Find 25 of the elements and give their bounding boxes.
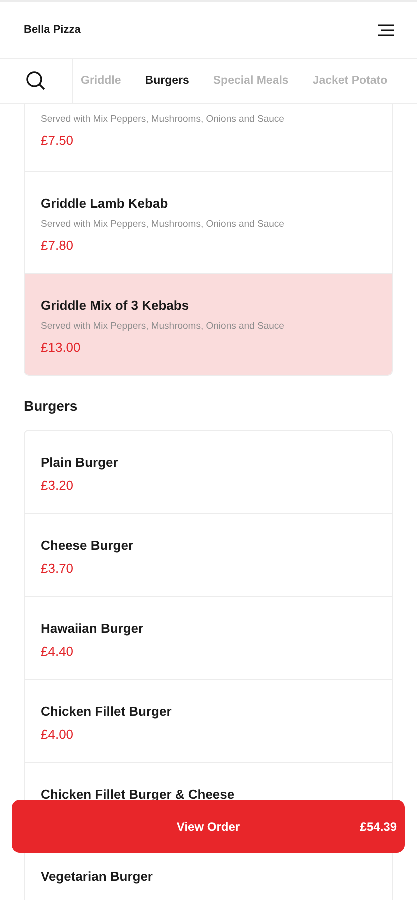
order-total: £54.39 bbox=[360, 820, 397, 834]
search-icon[interactable] bbox=[26, 71, 46, 91]
item-name: Griddle Mix of 3 Kebabs bbox=[41, 298, 190, 313]
item-name: Griddle Lamb Kebab bbox=[41, 196, 168, 211]
item-price: £13.00 bbox=[41, 340, 81, 355]
item-price: £4.40 bbox=[41, 644, 74, 659]
item-description: Served with Mix Peppers, Mushrooms, Onions and Sauce bbox=[41, 114, 284, 125]
item-name: Cheese Burger bbox=[41, 538, 134, 553]
item-name: Vegetarian Burger bbox=[41, 869, 153, 884]
item-price: £3.20 bbox=[41, 478, 74, 493]
item-name: Hawaiian Burger bbox=[41, 621, 144, 636]
item-price: £7.80 bbox=[41, 238, 74, 253]
item-name: Plain Burger bbox=[41, 455, 118, 470]
category-tab[interactable]: Burgers bbox=[145, 71, 190, 91]
item-price: £3.70 bbox=[41, 561, 74, 576]
section-heading: Burgers bbox=[24, 398, 79, 414]
item-name: Chicken Fillet Burger & Cheese bbox=[41, 787, 235, 802]
item-price: £7.50 bbox=[41, 133, 74, 148]
restaurant-name: Bella Pizza bbox=[24, 24, 81, 36]
item-description: Served with Mix Peppers, Mushrooms, Onions and Sauce bbox=[41, 321, 284, 332]
item-name: Chicken Fillet Burger bbox=[41, 704, 172, 719]
menu-icon[interactable] bbox=[377, 24, 395, 36]
highlighted-menu-item[interactable]: Griddle Mix of 3 Kebabs Served with Mix Peppers, Mushrooms, Onions and Sauce £13.00 bbox=[25, 274, 392, 375]
item-description: Served with Mix Peppers, Mushrooms, Onions and Sauce bbox=[41, 219, 284, 230]
item-price: £4.00 bbox=[41, 727, 74, 742]
